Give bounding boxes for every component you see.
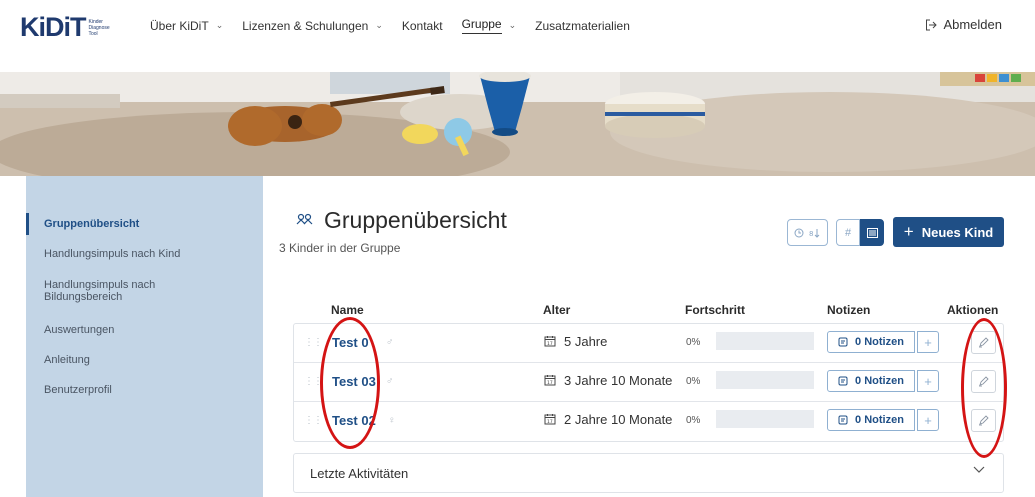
add-note-button[interactable]: +: [917, 331, 939, 353]
sidebar-active-indicator: [26, 213, 29, 235]
chevron-down-icon: [973, 466, 985, 473]
plus-icon: +: [924, 412, 932, 428]
child-name-link[interactable]: Test 03: [332, 374, 376, 389]
group-count-text: 3 Kinder in der Gruppe: [279, 241, 401, 255]
logo-wordmark: KiDiT: [20, 12, 86, 42]
recent-activities-accordion[interactable]: Letzte Aktivitäten: [293, 453, 1004, 493]
column-header-progress[interactable]: Fortschritt: [685, 303, 745, 317]
note-icon: [838, 376, 848, 386]
top-navigation: KiDiT Kinder Diagnose Tool Über KiDiT ⌄ …: [0, 0, 1035, 56]
svg-text:17: 17: [547, 341, 553, 347]
nav-item-kontakt[interactable]: Kontakt: [402, 17, 443, 34]
notes-button[interactable]: 0 Notizen: [827, 370, 915, 392]
clock-icon: [794, 228, 804, 237]
note-icon: [838, 337, 848, 347]
column-header-name[interactable]: Name: [331, 303, 364, 317]
male-icon: ♂: [386, 376, 394, 387]
edit-child-button[interactable]: [971, 409, 996, 432]
sidebar-item-anleitung[interactable]: Anleitung: [44, 354, 90, 366]
table-row: ⋮⋮ Test 0 ♂ 17 5 Jahre 0% 0 Notizen +: [294, 324, 1003, 363]
table-row: ⋮⋮ Test 03 ♂ 17 3 Jahre 10 Monate 0% 0 N…: [294, 363, 1003, 402]
calendar-icon: 17: [544, 414, 556, 425]
group-icon: [296, 213, 313, 225]
sort-icon: 8: [809, 228, 820, 238]
edit-child-button[interactable]: [971, 370, 996, 393]
nav-menu: Über KiDiT ⌄ Lizenzen & Schulungen ⌄ Kon…: [150, 17, 649, 34]
svg-text:17: 17: [547, 419, 553, 425]
sidebar-item-handlungsimpuls-bildungsbereich[interactable]: Handlungsimpuls nach Bildungsbereich: [44, 279, 194, 303]
plus-icon: +: [903, 222, 914, 241]
sidebar-item-gruppenuebersicht[interactable]: Gruppenübersicht: [44, 218, 139, 230]
logo-tagline: Kinder Diagnose Tool: [88, 19, 110, 37]
plus-icon: +: [924, 373, 932, 389]
nav-item-gruppe[interactable]: Gruppe ⌄: [461, 17, 517, 34]
sidebar: Gruppenübersicht Handlungsimpuls nach Ki…: [26, 176, 263, 497]
calendar-icon: 17: [544, 336, 556, 347]
child-age: 5 Jahre: [564, 334, 608, 349]
column-header-actions: Aktionen: [947, 303, 999, 317]
progress-bar: [716, 371, 814, 389]
edit-icon: [979, 376, 989, 387]
svg-text:17: 17: [547, 380, 553, 386]
sidebar-item-handlungsimpuls-kind[interactable]: Handlungsimpuls nach Kind: [44, 248, 180, 260]
drag-handle-icon[interactable]: ⋮⋮: [304, 376, 323, 387]
progress-percent: 0%: [686, 337, 701, 348]
child-age: 3 Jahre 10 Monate: [564, 373, 673, 388]
drag-handle-icon[interactable]: ⋮⋮: [304, 337, 323, 348]
sidebar-item-benutzerprofil[interactable]: Benutzerprofil: [44, 384, 112, 396]
male-icon: ♂: [386, 337, 394, 348]
progress-percent: 0%: [686, 415, 701, 426]
note-icon: [838, 415, 848, 425]
list-view-button[interactable]: [860, 219, 884, 246]
edit-icon: [979, 337, 989, 348]
kidit-logo[interactable]: KiDiT Kinder Diagnose Tool: [20, 12, 110, 42]
calendar-icon: 17: [544, 375, 556, 386]
child-name-link[interactable]: Test 0: [332, 335, 369, 350]
chevron-down-icon: ⌄: [508, 20, 517, 30]
nav-item-zusatzmaterialien[interactable]: Zusatzmaterialien: [535, 17, 630, 34]
chevron-down-icon: ⌄: [375, 20, 383, 30]
edit-icon: [979, 415, 989, 426]
child-name-link[interactable]: Test 02: [332, 413, 376, 428]
sidebar-item-auswertungen[interactable]: Auswertungen: [44, 324, 114, 336]
svg-text:8: 8: [809, 230, 813, 238]
female-icon: ♀: [388, 415, 396, 426]
chevron-down-icon: ⌄: [215, 20, 224, 30]
notes-button[interactable]: 0 Notizen: [827, 409, 915, 431]
instruments-illustration: [0, 72, 1035, 176]
plus-icon: +: [924, 334, 932, 350]
hash-icon: #: [844, 226, 852, 239]
add-note-button[interactable]: +: [917, 409, 939, 431]
new-child-button[interactable]: + Neues Kind: [893, 217, 1004, 247]
logout-button[interactable]: Abmelden: [925, 17, 1002, 32]
progress-bar: [716, 332, 814, 350]
page-title: Gruppenübersicht: [296, 207, 507, 234]
edit-child-button[interactable]: [971, 331, 996, 354]
column-header-notes: Notizen: [827, 303, 871, 317]
nav-item-ueber-kidit[interactable]: Über KiDiT ⌄: [150, 17, 223, 34]
list-icon: [866, 227, 878, 238]
hero-banner-image: [0, 72, 1035, 176]
grid-view-button[interactable]: #: [836, 219, 860, 246]
nav-item-lizenzen[interactable]: Lizenzen & Schulungen ⌄: [242, 17, 383, 34]
column-header-age[interactable]: Alter: [543, 303, 570, 317]
child-age: 2 Jahre 10 Monate: [564, 412, 673, 427]
add-note-button[interactable]: +: [917, 370, 939, 392]
table-row: ⋮⋮ Test 02 ♀ 17 2 Jahre 10 Monate 0% 0 N…: [294, 402, 1003, 441]
progress-percent: 0%: [686, 376, 701, 387]
notes-button[interactable]: 0 Notizen: [827, 331, 915, 353]
children-table: ⋮⋮ Test 0 ♂ 17 5 Jahre 0% 0 Notizen + ⋮⋮: [293, 323, 1004, 442]
progress-bar: [716, 410, 814, 428]
drag-handle-icon[interactable]: ⋮⋮: [304, 415, 323, 426]
age-sort-toggle[interactable]: 8: [787, 219, 828, 246]
logout-icon: [926, 19, 938, 30]
